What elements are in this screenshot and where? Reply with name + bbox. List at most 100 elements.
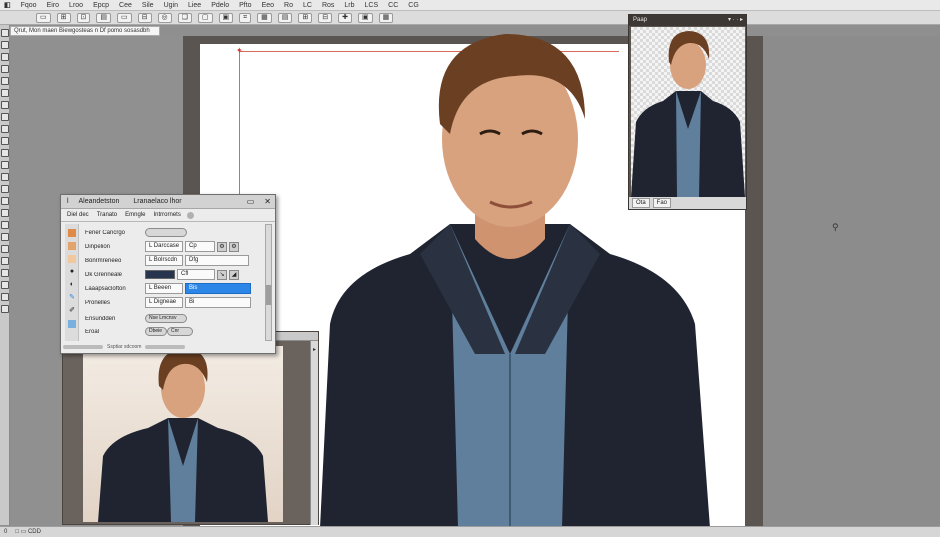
brush-tool-icon[interactable] [1, 113, 9, 121]
menu-item[interactable]: Eiro [47, 2, 59, 9]
circle-icon[interactable]: ◐ [68, 281, 76, 289]
type-tool-icon[interactable] [1, 209, 9, 217]
quickmask-icon[interactable] [1, 293, 9, 301]
dialog-row[interactable]: Fener Cancrgo [83, 226, 273, 239]
menu-item[interactable]: Lrb [344, 2, 354, 9]
settings-icon[interactable]: ⚙ [229, 241, 239, 252]
row-field[interactable]: L Beeen [145, 283, 183, 294]
option-button[interactable]: ▭ [117, 12, 132, 23]
close-icon[interactable]: ✕ [264, 195, 271, 209]
tab-item[interactable]: Intrrornets [152, 212, 183, 218]
document-tab[interactable]: Qrut, Mon maen Biewgosteas n Df pomo sos… [10, 26, 160, 36]
navigator-footer-button[interactable]: Ota [632, 198, 650, 208]
row-field[interactable]: Cp [185, 241, 215, 252]
row-toggle[interactable]: Nse Lmcnsv [145, 314, 187, 323]
preview-window[interactable]: ▸ [62, 331, 319, 525]
path-tool-icon[interactable] [1, 221, 9, 229]
navigator-thumbnail[interactable] [631, 27, 745, 197]
dialog-row[interactable]: Dinpelion L Darccase Cp ⚙ ⚙ [83, 240, 273, 253]
footer-slider-2[interactable] [145, 344, 186, 349]
pen-icon[interactable]: ✎ [68, 294, 76, 302]
menu-item[interactable]: CG [408, 2, 419, 9]
eyedropper-tool-icon[interactable] [1, 89, 9, 97]
row-field[interactable]: Bi [185, 297, 251, 308]
menu-item[interactable]: Eeo [262, 2, 274, 9]
option-button[interactable]: ⊟ [137, 12, 152, 23]
tab-item[interactable]: Tranato [95, 212, 119, 218]
navigator-footer-button[interactable]: Fao [652, 198, 672, 208]
history-tool-icon[interactable] [1, 137, 9, 145]
guide-origin-icon[interactable]: ✦ [236, 47, 243, 55]
option-button[interactable]: ▤ [96, 12, 111, 23]
row-field[interactable]: Dfg [185, 255, 249, 266]
eraser-tool-icon[interactable] [1, 149, 9, 157]
blur-tool-icon[interactable] [1, 173, 9, 181]
stamp-tool-icon[interactable] [1, 125, 9, 133]
gradient-tool-icon[interactable] [1, 161, 9, 169]
background-color-icon[interactable] [1, 281, 9, 289]
menu-item[interactable]: Cee [119, 2, 132, 9]
tab-item[interactable]: Emngle [123, 212, 147, 218]
option-button[interactable]: ⊞ [298, 12, 313, 23]
dialog-scrollbar[interactable] [265, 224, 272, 341]
gradient-icon[interactable] [68, 255, 76, 263]
row-slider[interactable] [145, 228, 187, 237]
wand-tool-icon[interactable] [1, 65, 9, 73]
navigator-panel[interactable]: Paap ▾ · · ▸ Ota Fao [628, 14, 747, 210]
dialog-row[interactable]: Bonrmreneeo L Bolrscdn Dfg [83, 254, 273, 267]
status-zoom[interactable]: 0 [4, 527, 7, 537]
arrow-icon[interactable]: ◢ [229, 269, 239, 280]
dialog-title-bar[interactable]: Ɩ Aleandetston Lranaelaco lhor ▭ ✕ [61, 195, 275, 209]
minimize-icon[interactable]: ▭ [247, 195, 255, 209]
gear-icon[interactable]: ⚙ [217, 241, 227, 252]
link-icon[interactable]: ↘ [217, 269, 227, 280]
dialog-row[interactable]: Dk Grenneale Cfl ↘ ◢ [83, 268, 273, 281]
menu-item[interactable]: CC [388, 2, 398, 9]
lasso-tool-icon[interactable] [1, 53, 9, 61]
foreground-color-icon[interactable] [1, 269, 9, 277]
option-button[interactable]: ⊞ [56, 12, 71, 23]
option-button[interactable]: ◎ [157, 12, 172, 23]
row-field[interactable]: L Bolrscdn [145, 255, 183, 266]
menu-item[interactable]: Ro [284, 2, 293, 9]
fill-icon[interactable] [68, 242, 76, 250]
row-toggle[interactable]: Dbeie [145, 327, 167, 336]
dot-icon[interactable]: ● [68, 268, 76, 276]
option-button[interactable]: ▭ [36, 12, 51, 23]
row-field-selected[interactable]: Bis [185, 283, 251, 294]
layer-icon[interactable] [68, 229, 76, 237]
dialog-row-selected[interactable]: Laaapsaclofton L Beeen Bis [83, 282, 273, 295]
menu-item[interactable]: LC [303, 2, 312, 9]
crop-tool-icon[interactable] [1, 77, 9, 85]
menu-item[interactable]: Epcp [93, 2, 109, 9]
dodge-tool-icon[interactable] [1, 185, 9, 193]
marquee-tool-icon[interactable] [1, 41, 9, 49]
row-field[interactable]: Cfl [177, 269, 215, 280]
option-button[interactable]: ▣ [358, 12, 373, 23]
option-button[interactable]: ▣ [218, 12, 234, 23]
tab-close-icon[interactable] [186, 211, 194, 219]
menu-item[interactable]: Ugin [164, 2, 178, 9]
menu-item[interactable]: Sile [142, 2, 154, 9]
preview-scrollbar[interactable] [310, 341, 318, 525]
adjustments-dialog[interactable]: Ɩ Aleandetston Lranaelaco lhor ▭ ✕ Diel … [60, 194, 276, 354]
menu-item[interactable]: Fqoo [21, 2, 37, 9]
menu-item[interactable]: Pfto [239, 2, 251, 9]
menu-item[interactable]: LCS [365, 2, 379, 9]
option-button[interactable]: ▦ [378, 12, 394, 23]
option-button[interactable]: ▢ [197, 12, 213, 23]
row-toggle[interactable]: Cnr [167, 327, 193, 336]
dialog-row[interactable]: Ensundden Nse Lmcnsv [83, 312, 273, 325]
tab-item[interactable]: Diel dec [65, 212, 91, 218]
menu-item[interactable]: Pdelo [211, 2, 229, 9]
row-field[interactable]: L Darccase [145, 241, 183, 252]
swatch-icon[interactable] [68, 320, 76, 328]
navigator-header[interactable]: Paap ▾ · · ▸ [629, 15, 746, 26]
zoom-tool-icon[interactable] [1, 257, 9, 265]
option-button[interactable]: ⌗ [239, 12, 252, 23]
option-button[interactable]: ⊡ [76, 12, 91, 23]
hand-tool-icon[interactable] [1, 245, 9, 253]
shape-tool-icon[interactable] [1, 233, 9, 241]
navigator-controls[interactable]: ▾ · · ▸ [728, 15, 743, 26]
brush-icon[interactable]: ✐ [68, 307, 76, 315]
